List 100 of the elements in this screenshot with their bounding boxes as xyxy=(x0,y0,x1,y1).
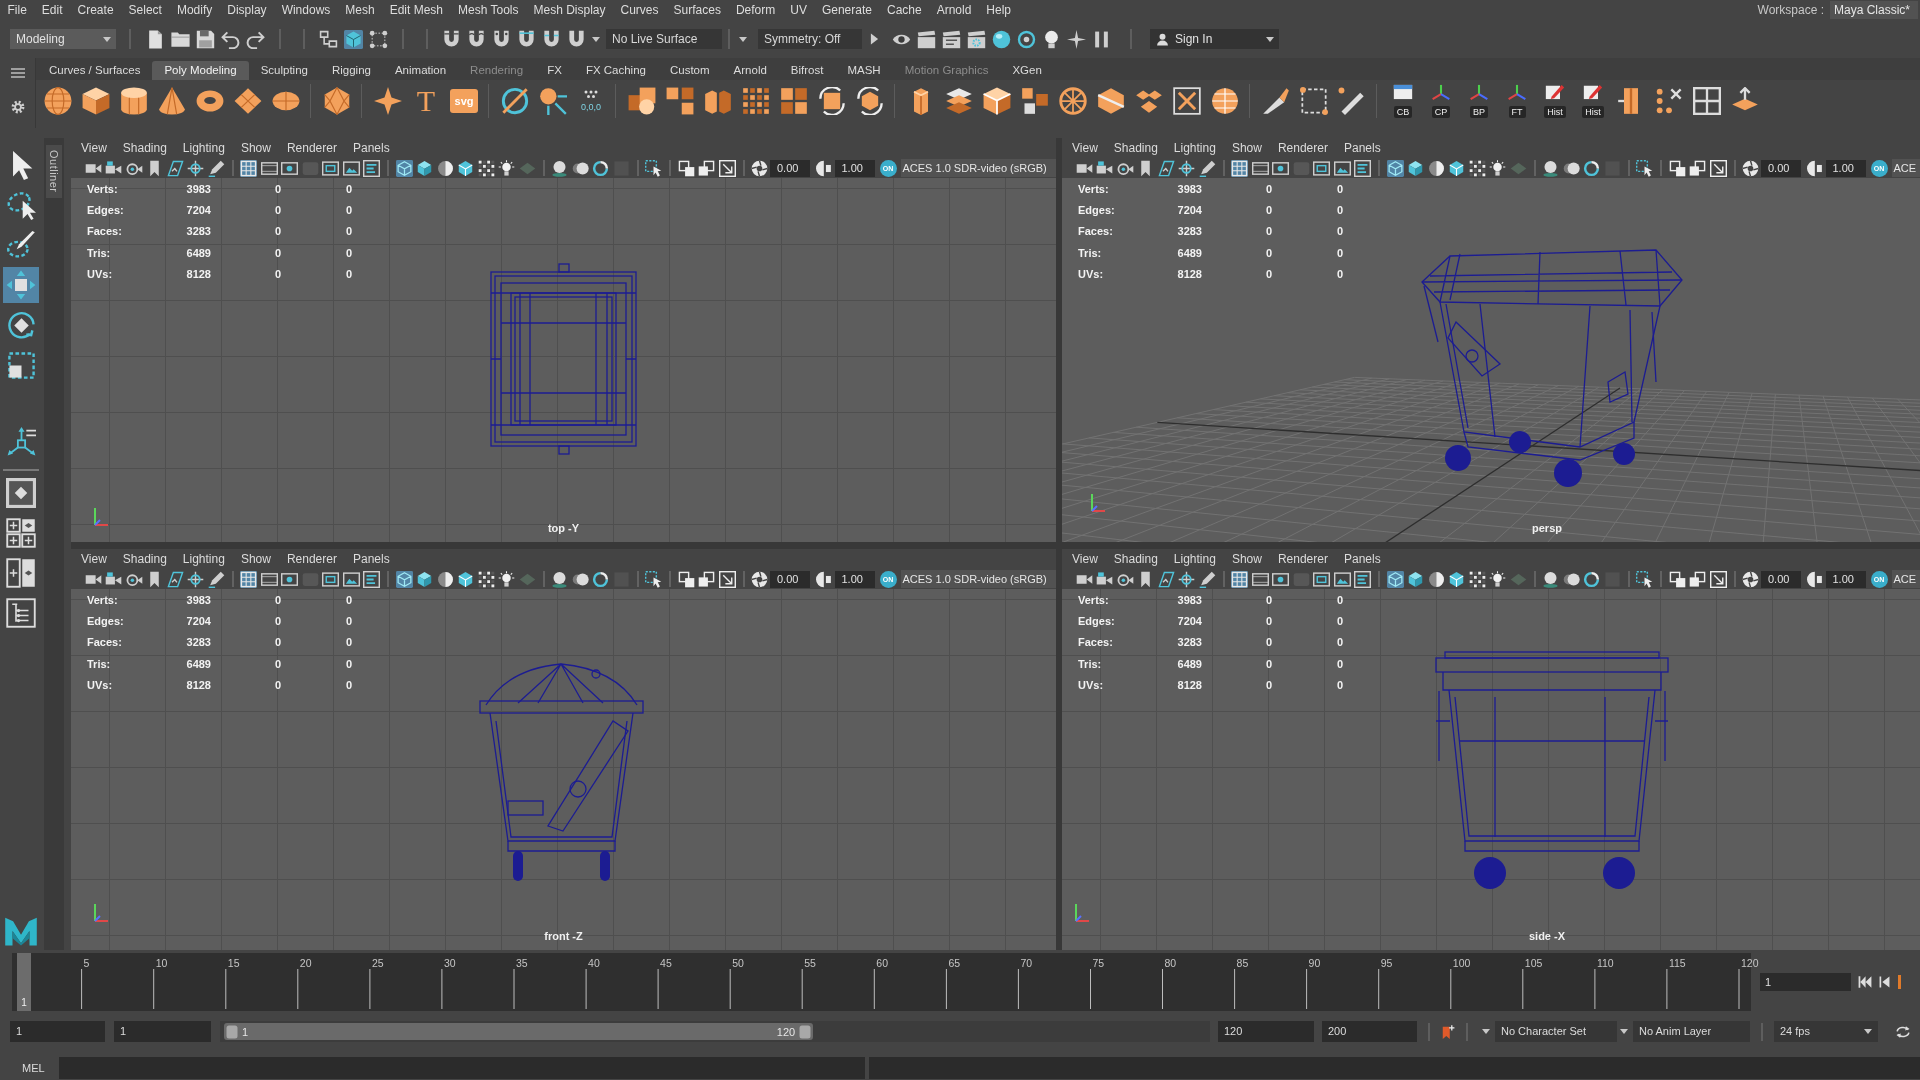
menu-item[interactable]: Generate xyxy=(814,1,880,19)
new-file-icon[interactable] xyxy=(146,29,165,49)
shaded-sphere-icon[interactable] xyxy=(1542,159,1560,177)
spheres-icon[interactable] xyxy=(1562,159,1580,177)
text-lines-icon[interactable] xyxy=(363,159,381,177)
exposure-field[interactable]: 0.00 xyxy=(770,159,810,177)
magnet-icon[interactable] xyxy=(567,29,586,49)
dashed-select-icon[interactable] xyxy=(1636,159,1654,177)
light-bulb-icon[interactable] xyxy=(498,570,516,588)
ring-line-icon[interactable] xyxy=(501,87,529,115)
spheres-icon[interactable] xyxy=(1562,570,1580,588)
four-pane-icon[interactable] xyxy=(6,518,36,548)
wire-shaded-cube-icon[interactable] xyxy=(457,159,475,177)
shelf-tab[interactable]: Arnold xyxy=(721,61,779,80)
four-squares-icon[interactable] xyxy=(780,87,808,115)
exposure-field[interactable]: 0.00 xyxy=(770,570,810,588)
shaded-sphere-icon[interactable] xyxy=(1542,570,1560,588)
range-slider-bar[interactable]: 1 120 xyxy=(224,1023,814,1040)
character-set-field[interactable]: No Character Set xyxy=(1495,1021,1617,1042)
surface-magnet-icon[interactable] xyxy=(542,29,561,49)
panel-menu[interactable]: Lighting xyxy=(174,141,233,155)
aperture-icon[interactable] xyxy=(751,159,769,177)
coordinates-button[interactable]: 0,0,0 xyxy=(577,86,605,116)
dot-rays-icon[interactable] xyxy=(539,87,567,115)
manipulator-icon[interactable] xyxy=(6,426,36,456)
settings-icon[interactable] xyxy=(10,100,25,114)
ring-icon[interactable] xyxy=(1583,159,1601,177)
panel-menu[interactable]: View xyxy=(1064,141,1106,155)
exposure-field[interactable]: 0.00 xyxy=(1761,570,1801,588)
checker-icon[interactable] xyxy=(477,159,495,177)
panel-menu[interactable]: Lighting xyxy=(174,552,233,566)
pause-icon[interactable] xyxy=(1092,29,1111,49)
crosshair-circle-icon[interactable] xyxy=(1178,159,1196,177)
overlapping-squares-icon[interactable] xyxy=(1668,159,1686,177)
menu-item[interactable]: Modify xyxy=(169,1,220,19)
aperture-icon[interactable] xyxy=(1742,159,1760,177)
menu-item[interactable]: Select xyxy=(121,1,170,19)
shelf-tab[interactable]: XGen xyxy=(1000,61,1054,80)
right-arrow-icon[interactable] xyxy=(870,32,879,46)
menu-item[interactable]: Cache xyxy=(879,1,930,19)
overlapping-shapes-icon[interactable] xyxy=(628,87,656,115)
wireframe-cube-icon[interactable] xyxy=(395,159,413,177)
shelf-tab[interactable]: MASH xyxy=(835,61,893,80)
parallelogram-icon[interactable] xyxy=(166,159,184,177)
menu-item[interactable]: Mesh Display xyxy=(526,1,614,19)
caret-icon[interactable] xyxy=(592,36,600,42)
gamma-field[interactable]: 1.00 xyxy=(1825,570,1866,588)
ring-icon[interactable] xyxy=(1583,570,1601,588)
marker-bar-icon[interactable] xyxy=(1898,975,1901,989)
shaded-cube-icon[interactable] xyxy=(416,159,434,177)
panel-menu[interactable]: Renderer xyxy=(278,552,345,566)
scale-icon[interactable] xyxy=(6,350,36,380)
polyhedron-icon[interactable] xyxy=(323,87,351,115)
panel-menu[interactable]: Renderer xyxy=(1269,141,1336,155)
menu-item[interactable]: Edit Mesh xyxy=(382,1,451,19)
parallelogram-icon[interactable] xyxy=(166,570,184,588)
menu-icon[interactable] xyxy=(10,68,25,78)
half-moon-icon[interactable] xyxy=(815,159,833,177)
lasso-arrow-icon[interactable] xyxy=(6,190,36,220)
menu-item[interactable]: Edit xyxy=(34,1,71,19)
panel-menu[interactable]: Panels xyxy=(1335,141,1389,155)
nested-frames-icon[interactable] xyxy=(1313,570,1331,588)
clapperboard-lines-icon[interactable] xyxy=(942,29,961,49)
sphere-icon[interactable] xyxy=(44,87,72,115)
panel-menu[interactable]: Show xyxy=(1223,141,1270,155)
half-moon-icon[interactable] xyxy=(815,570,833,588)
knife-icon[interactable] xyxy=(1262,87,1290,115)
light-bulb-icon[interactable] xyxy=(1042,29,1061,49)
picture-frame-icon[interactable] xyxy=(342,570,360,588)
grid-squares-icon[interactable] xyxy=(742,87,770,115)
menu-item[interactable]: Mesh xyxy=(337,1,383,19)
undo-icon[interactable] xyxy=(221,29,240,49)
caret-icon[interactable] xyxy=(1620,1029,1628,1034)
gamma-field[interactable]: 1.00 xyxy=(1825,159,1866,177)
framed-cross-icon[interactable] xyxy=(1173,87,1201,115)
shaded-sphere-icon[interactable] xyxy=(551,159,569,177)
panel-menu[interactable]: Panels xyxy=(344,552,398,566)
square-arrows-icon[interactable] xyxy=(818,87,846,115)
workspace-dropdown[interactable]: Maya Classic* xyxy=(1830,1,1918,19)
pencil-icon[interactable] xyxy=(207,570,225,588)
overlapping-squares-icon[interactable] xyxy=(677,570,695,588)
grid-icon[interactable] xyxy=(240,159,258,177)
dashed-select-icon[interactable] xyxy=(645,159,663,177)
overlapping-squares-icon[interactable] xyxy=(1668,570,1686,588)
shaded-cube-icon[interactable] xyxy=(1407,159,1425,177)
panel-menu[interactable]: View xyxy=(73,141,115,155)
view-transform-dropdown[interactable]: ACE xyxy=(1891,159,1920,177)
cube-icon[interactable] xyxy=(344,29,363,49)
panel-menu[interactable]: Shading xyxy=(1105,552,1166,566)
panel-menu[interactable]: Renderer xyxy=(1269,552,1336,566)
shaded-cube-icon[interactable] xyxy=(416,570,434,588)
parallelogram-icon[interactable] xyxy=(1157,159,1175,177)
grid-icon[interactable] xyxy=(1231,570,1249,588)
shelf-tab[interactable]: Curves / Surfaces xyxy=(37,61,153,80)
three-squares-icon[interactable] xyxy=(666,87,694,115)
sphere-icon[interactable] xyxy=(992,29,1011,49)
pen-icon[interactable] xyxy=(1338,87,1366,115)
beveled-cube-icon[interactable] xyxy=(983,87,1011,115)
range-slider-track[interactable]: 1 120 xyxy=(220,1021,1210,1042)
clapperboard-gear-icon[interactable] xyxy=(967,29,986,49)
